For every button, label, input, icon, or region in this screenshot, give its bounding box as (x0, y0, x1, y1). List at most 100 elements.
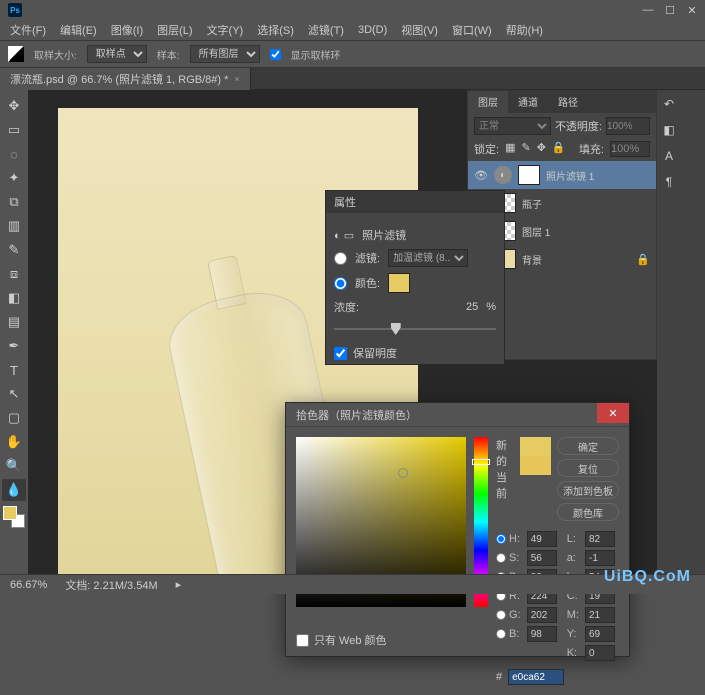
color-compare (520, 437, 551, 475)
sample-select[interactable]: 所有图层 (190, 45, 260, 63)
y-input[interactable] (585, 626, 615, 642)
show-ring-label: 显示取样环 (291, 47, 341, 62)
eyedropper-icon[interactable] (8, 46, 24, 62)
web-colors-checkbox[interactable] (296, 634, 309, 647)
options-bar: 取样大小: 取样点 样本: 所有图层 显示取样环 (0, 40, 705, 68)
ok-button[interactable]: 确定 (557, 437, 619, 455)
menu-view[interactable]: 视图(V) (395, 20, 444, 40)
visibility-icon[interactable]: 👁 (474, 169, 488, 182)
bl-radio[interactable]: B: (496, 628, 521, 640)
eraser-tool[interactable]: ◧ (2, 287, 26, 309)
g-input[interactable] (527, 607, 557, 623)
s-radio[interactable]: S: (496, 552, 521, 564)
eyedropper-tool[interactable]: 💧 (2, 479, 26, 501)
y-label: Y: (567, 628, 579, 640)
marquee-tool[interactable]: ▭ (2, 119, 26, 141)
tab-layers[interactable]: 图层 (468, 91, 508, 113)
k-label: K: (567, 647, 579, 659)
lasso-tool[interactable]: ◌ (2, 143, 26, 165)
layer-row[interactable]: 👁 ◐ 照片滤镜 1 (468, 161, 656, 189)
g-radio[interactable]: G: (496, 609, 521, 621)
foreground-color[interactable] (3, 506, 17, 520)
chevron-right-icon[interactable]: ▸ (176, 578, 182, 591)
menu-filter[interactable]: 滤镜(T) (302, 20, 350, 40)
tab-channels[interactable]: 通道 (508, 91, 548, 113)
lock-all-icon[interactable]: 🔒 (552, 141, 566, 157)
preserve-luminosity-checkbox[interactable] (334, 347, 347, 360)
s-input[interactable] (527, 550, 557, 566)
brush-tool[interactable]: ✎ (2, 239, 26, 261)
filter-radio[interactable] (334, 252, 347, 265)
tab-paths[interactable]: 路径 (548, 91, 588, 113)
menu-3d[interactable]: 3D(D) (352, 22, 393, 38)
menu-select[interactable]: 选择(S) (251, 20, 300, 40)
menu-help[interactable]: 帮助(H) (500, 20, 549, 40)
hex-input[interactable] (508, 669, 564, 685)
layer-mask-thumb[interactable] (518, 165, 540, 185)
k-input[interactable] (585, 645, 615, 661)
layer-name[interactable]: 图层 1 (522, 224, 550, 239)
history-icon[interactable]: ↶ (661, 96, 677, 112)
pen-tool[interactable]: ✒ (2, 335, 26, 357)
add-swatch-button[interactable]: 添加到色板 (557, 481, 619, 499)
fill-input[interactable] (610, 141, 650, 157)
type-tool[interactable]: T (2, 359, 26, 381)
menu-image[interactable]: 图像(I) (105, 20, 149, 40)
status-bar: 66.67% 文档: 2.21M/3.54M ▸ (0, 574, 705, 594)
cancel-button[interactable]: 复位 (557, 459, 619, 477)
lock-trans-icon[interactable]: ▦ (505, 141, 515, 157)
density-slider[interactable] (334, 321, 496, 337)
gradient-tool[interactable]: ▤ (2, 311, 26, 333)
maximize-icon[interactable]: ☐ (665, 5, 675, 15)
document-tab[interactable]: 漂流瓶.psd @ 66.7% (照片滤镜 1, RGB/8#) * × (0, 68, 251, 90)
menu-layer[interactable]: 图层(L) (151, 20, 198, 40)
doc-size[interactable]: 文档: 2.21M/3.54M (65, 577, 157, 593)
lock-paint-icon[interactable]: ✎ (521, 141, 530, 157)
bl-input[interactable] (527, 626, 557, 642)
minimize-icon[interactable]: — (643, 5, 653, 15)
crop-tool[interactable]: ⧉ (2, 191, 26, 213)
l-input[interactable] (585, 531, 615, 547)
dialog-close-button[interactable]: ✕ (597, 403, 629, 423)
menu-window[interactable]: 窗口(W) (446, 20, 498, 40)
current-color-swatch[interactable] (520, 456, 551, 475)
color-icon[interactable]: ◧ (661, 122, 677, 138)
move-tool[interactable]: ✥ (2, 95, 26, 117)
zoom-level[interactable]: 66.67% (10, 579, 47, 591)
hand-tool[interactable]: ✋ (2, 431, 26, 453)
blend-mode-select[interactable]: 正常 (474, 117, 551, 135)
color-swatches[interactable] (3, 506, 25, 528)
char-icon[interactable]: A (661, 148, 677, 164)
lock-pos-icon[interactable]: ✥ (537, 141, 546, 157)
m-input[interactable] (585, 607, 615, 623)
color-libraries-button[interactable]: 颜色库 (557, 503, 619, 521)
menu-edit[interactable]: 编辑(E) (54, 20, 103, 40)
color-radio[interactable] (334, 277, 347, 290)
filter-select[interactable]: 加温滤镜 (8... (388, 249, 468, 267)
h-input[interactable] (527, 531, 557, 547)
shape-tool[interactable]: ▢ (2, 407, 26, 429)
layer-name[interactable]: 照片滤镜 1 (546, 168, 594, 183)
h-radio[interactable]: H: (496, 533, 521, 545)
l-label: L: (567, 533, 579, 545)
layer-name[interactable]: 背景 (522, 252, 542, 267)
filter-color-swatch[interactable] (388, 273, 410, 293)
stamp-tool[interactable]: ⧈ (2, 263, 26, 285)
close-icon[interactable]: ✕ (687, 5, 697, 15)
new-label: 新的 (496, 437, 514, 469)
para-icon[interactable]: ¶ (661, 174, 677, 190)
wand-tool[interactable]: ✦ (2, 167, 26, 189)
layer-name[interactable]: 瓶子 (522, 196, 542, 211)
opacity-input[interactable] (606, 117, 650, 135)
zoom-tool[interactable]: 🔍 (2, 455, 26, 477)
frame-tool[interactable]: ▥ (2, 215, 26, 237)
close-tab-icon[interactable]: × (234, 74, 239, 84)
sample-size-select[interactable]: 取样点 (87, 45, 147, 63)
menu-file[interactable]: 文件(F) (4, 20, 52, 40)
lock-icon: 🔒 (636, 253, 650, 266)
menu-type[interactable]: 文字(Y) (201, 20, 250, 40)
panel-collapse[interactable] (681, 90, 705, 594)
path-tool[interactable]: ↖ (2, 383, 26, 405)
show-ring-checkbox[interactable] (270, 49, 281, 60)
a-input[interactable] (585, 550, 615, 566)
